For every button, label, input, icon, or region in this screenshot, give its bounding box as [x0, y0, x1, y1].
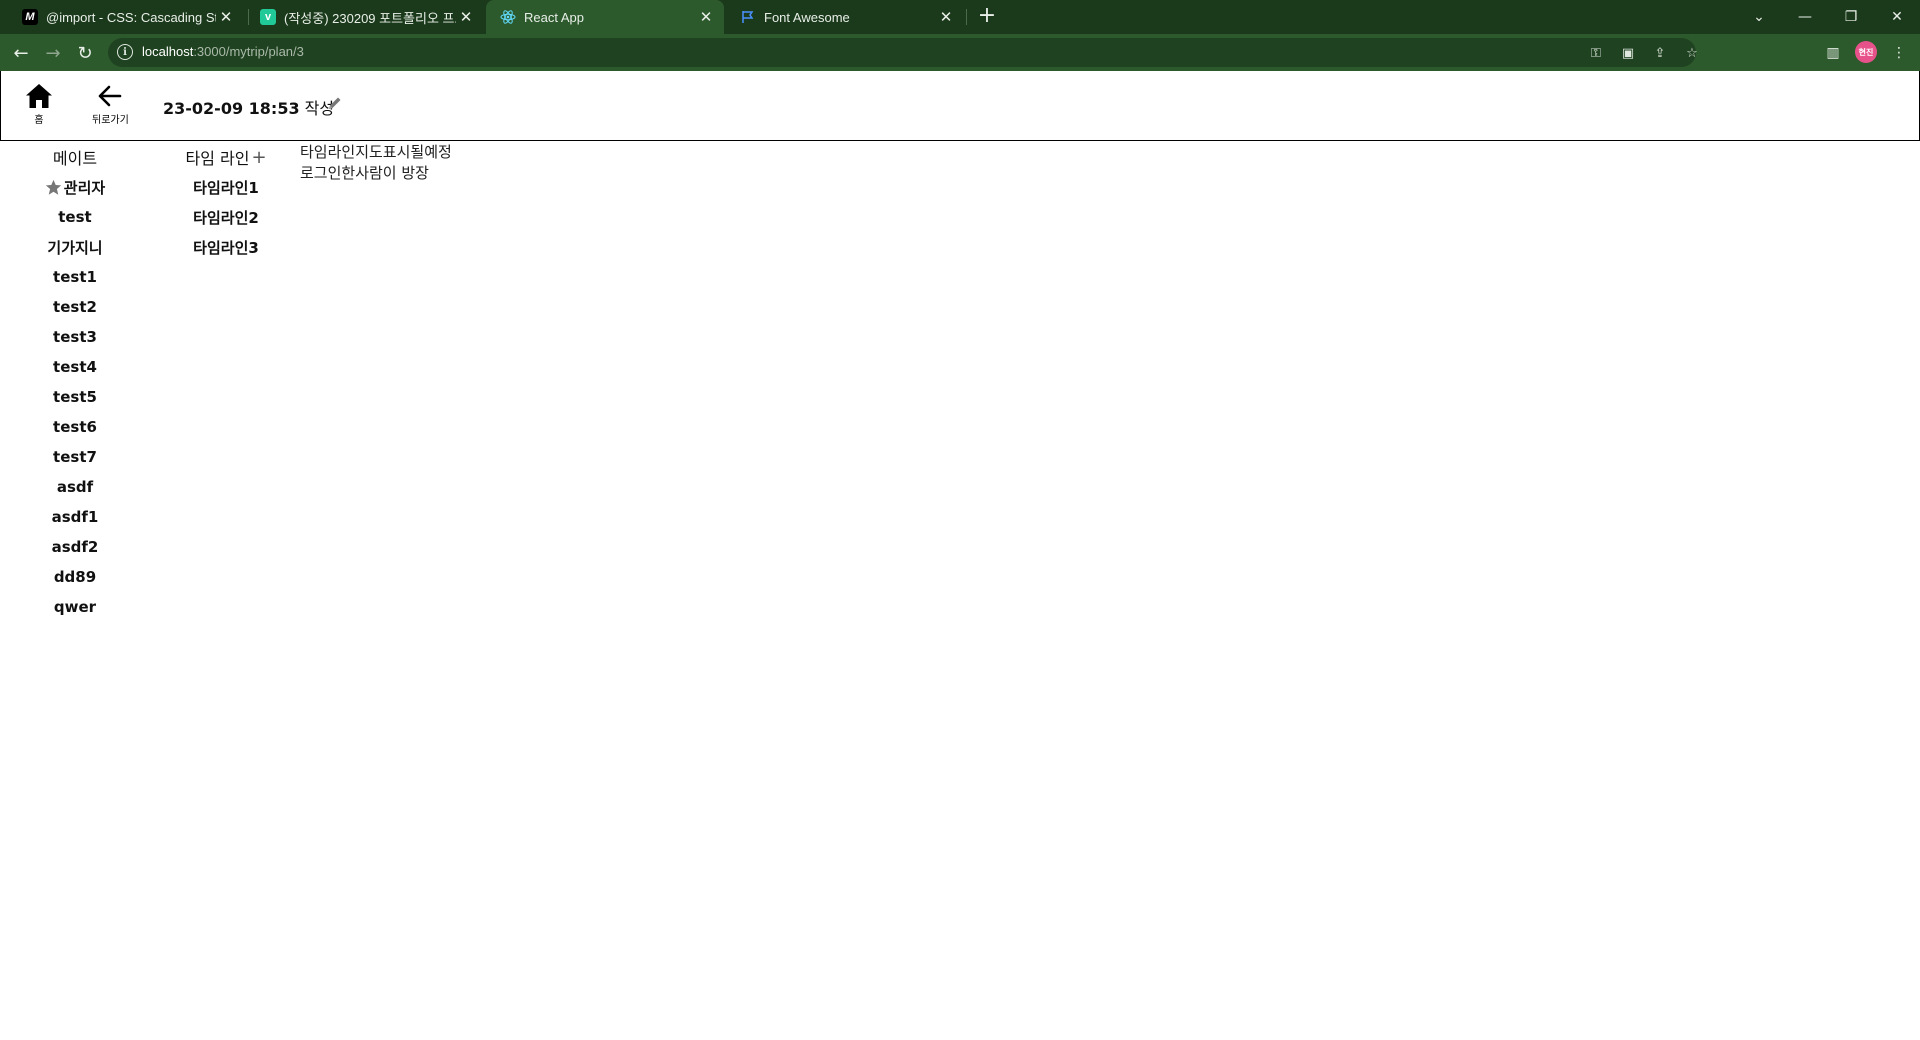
close-icon[interactable]: ✕ [456, 7, 476, 27]
translate-icon[interactable]: ▣ [1620, 45, 1636, 61]
timeline-heading-label: 타임 라인 [185, 149, 250, 168]
tab-velog[interactable]: v (작성중) 230209 포트폴리오 프로 ✕ [246, 0, 484, 34]
mate-item[interactable]: test1 [30, 262, 120, 292]
host-note-text: 로그인한사람이 방장 [300, 164, 429, 182]
mate-item[interactable]: test6 [30, 412, 120, 442]
address-bar[interactable]: i localhost:3000/mytrip/plan/3 ⚿ ▣ ⇪ ☆ [108, 38, 1698, 67]
site-info-icon[interactable]: i [117, 44, 133, 60]
url-text[interactable]: localhost:3000/mytrip/plan/3 [142, 44, 304, 59]
mate-item[interactable]: dd89 [30, 562, 120, 592]
mate-item[interactable]: test2 [30, 292, 120, 322]
timeline-list: 타임 라인 + 타임라인1 타임라인2 타임라인3 [176, 142, 276, 262]
reload-icon[interactable]: ↻ [72, 40, 98, 66]
home-button[interactable]: 홈 [25, 83, 53, 126]
velog-icon: v [260, 9, 276, 25]
home-icon [26, 84, 52, 108]
tab-font-awesome[interactable]: Font Awesome ✕ [726, 0, 964, 34]
home-label: 홈 [34, 115, 44, 126]
back-label: 뒤로가기 [92, 115, 129, 126]
back-arrow-icon[interactable]: ← [8, 40, 34, 66]
star-icon [45, 179, 61, 195]
react-icon [500, 9, 516, 25]
minimize-button[interactable]: — [1782, 0, 1828, 34]
timeline-item[interactable]: 타임라인2 [176, 202, 276, 232]
mate-item[interactable]: test4 [30, 352, 120, 382]
mate-item[interactable]: test3 [30, 322, 120, 352]
profile-avatar[interactable]: 현진 [1855, 41, 1877, 63]
browser-tab-strip: M @import - CSS: Cascading Style ✕ v (작성… [0, 0, 1920, 34]
timeline-heading: 타임 라인 + [176, 142, 276, 172]
forward-arrow-icon[interactable]: → [40, 40, 66, 66]
side-panel-icon[interactable]: ▥ [1820, 40, 1846, 66]
close-icon[interactable]: ✕ [936, 7, 956, 27]
share-icon[interactable]: ⇪ [1652, 45, 1668, 61]
new-tab-button[interactable]: + [976, 5, 998, 28]
tab-title: Font Awesome [764, 9, 850, 25]
mdn-icon: M [22, 9, 38, 25]
mate-item[interactable]: qwer [30, 592, 120, 622]
arrow-left-icon [99, 85, 122, 107]
mate-item[interactable]: asdf2 [30, 532, 120, 562]
add-timeline-button[interactable]: + [251, 147, 266, 168]
tab-mdn[interactable]: M @import - CSS: Cascading Style ✕ [8, 0, 244, 34]
timeline-item[interactable]: 타임라인1 [176, 172, 276, 202]
pencil-icon[interactable] [327, 95, 343, 111]
back-button[interactable]: 뒤로가기 [92, 83, 129, 126]
flag-icon [740, 9, 756, 25]
mate-item[interactable]: asdf [30, 472, 120, 502]
mate-heading: 메이트 [52, 149, 98, 168]
key-icon[interactable]: ⚿ [1588, 45, 1604, 61]
mate-item-admin[interactable]: 관리자 [30, 172, 120, 202]
tab-title: React App [524, 9, 584, 25]
timeline-item[interactable]: 타임라인3 [176, 232, 276, 262]
mate-list: 메이트 관리자 test 기가지니 test1 test2 test3 test… [30, 142, 120, 622]
mate-item[interactable]: 기가지니 [30, 232, 120, 262]
mate-item[interactable]: asdf1 [30, 502, 120, 532]
close-icon[interactable]: ✕ [696, 7, 716, 27]
browser-toolbar: ← → ↻ i localhost:3000/mytrip/plan/3 ⚿ ▣… [0, 34, 1920, 71]
tab-title: @import - CSS: Cascading Style [46, 9, 216, 25]
tab-title: (작성중) 230209 포트폴리오 프로 [284, 10, 456, 26]
map-placeholder-text: 타임라인지도표시될예정 [300, 143, 452, 161]
tab-react-app[interactable]: React App ✕ [486, 0, 724, 34]
restore-button[interactable]: ❐ [1828, 0, 1874, 34]
page-title: 23-02-09 18:53 작성 [163, 99, 335, 118]
app-header: 홈 뒤로가기 23-02-09 18:53 작성 [0, 71, 1920, 141]
mate-item[interactable]: test [30, 202, 120, 232]
mate-item[interactable]: test7 [30, 442, 120, 472]
tab-search-icon[interactable]: ⌄ [1736, 0, 1782, 34]
mate-item[interactable]: test5 [30, 382, 120, 412]
close-window-button[interactable]: ✕ [1874, 0, 1920, 34]
mate-admin-label: 관리자 [63, 178, 106, 197]
menu-dots-icon[interactable]: ⋮ [1886, 40, 1912, 66]
close-icon[interactable]: ✕ [216, 7, 236, 27]
bookmark-star-icon[interactable]: ☆ [1684, 45, 1700, 61]
timeline-map-area: 타임라인지도표시될예정 로그인한사람이 방장 [300, 142, 452, 184]
